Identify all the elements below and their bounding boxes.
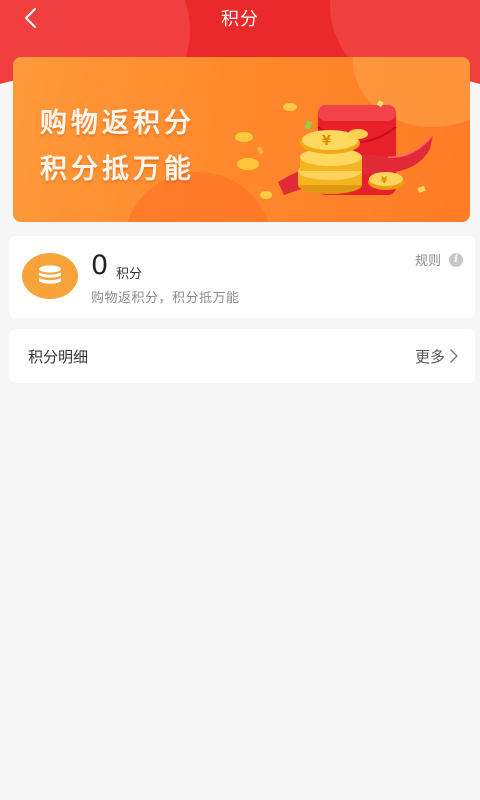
svg-text:¥: ¥ — [322, 134, 331, 149]
info-icon: i — [449, 252, 463, 267]
back-button[interactable] — [18, 6, 42, 30]
navigation-bar: 积分 — [0, 0, 480, 36]
points-description: 购物返积分，积分抵万能 — [91, 291, 240, 306]
points-details-row[interactable]: 积分明细 更多 — [9, 329, 475, 383]
banner-headline-2: 积分抵万能 — [40, 154, 195, 185]
red-envelope-coins-illustration: ¥ ¥ — [235, 100, 434, 199]
svg-text:¥: ¥ — [381, 176, 388, 186]
rules-label: 规则 — [414, 254, 441, 269]
points-value: 0 — [91, 250, 109, 281]
chevron-left-icon — [25, 8, 36, 28]
chevron-right-icon — [450, 349, 458, 363]
promo-banner[interactable]: 购物返积分 积分抵万能 ¥ ¥ — [13, 57, 470, 222]
coin-icon: ¥ — [368, 172, 404, 190]
points-card: 0 积分 购物返积分，积分抵万能 规则 i — [9, 236, 475, 318]
more-link[interactable]: 更多 — [415, 346, 459, 367]
coin-stack-icon: ¥ — [298, 130, 362, 194]
banner-headline-1: 购物返积分 — [40, 108, 195, 139]
points-details-label: 积分明细 — [28, 347, 89, 366]
more-label: 更多 — [414, 347, 445, 366]
rules-link[interactable]: 规则 i — [415, 250, 463, 269]
points-page: 积分 购物返积分 积分抵万能 ¥ ¥ 0 积分 购物返积分，积分抵万能 规则 i… — [0, 0, 480, 800]
points-unit: 积分 — [116, 267, 143, 282]
page-title: 积分 — [221, 9, 259, 30]
coin-stack-icon — [22, 253, 78, 299]
